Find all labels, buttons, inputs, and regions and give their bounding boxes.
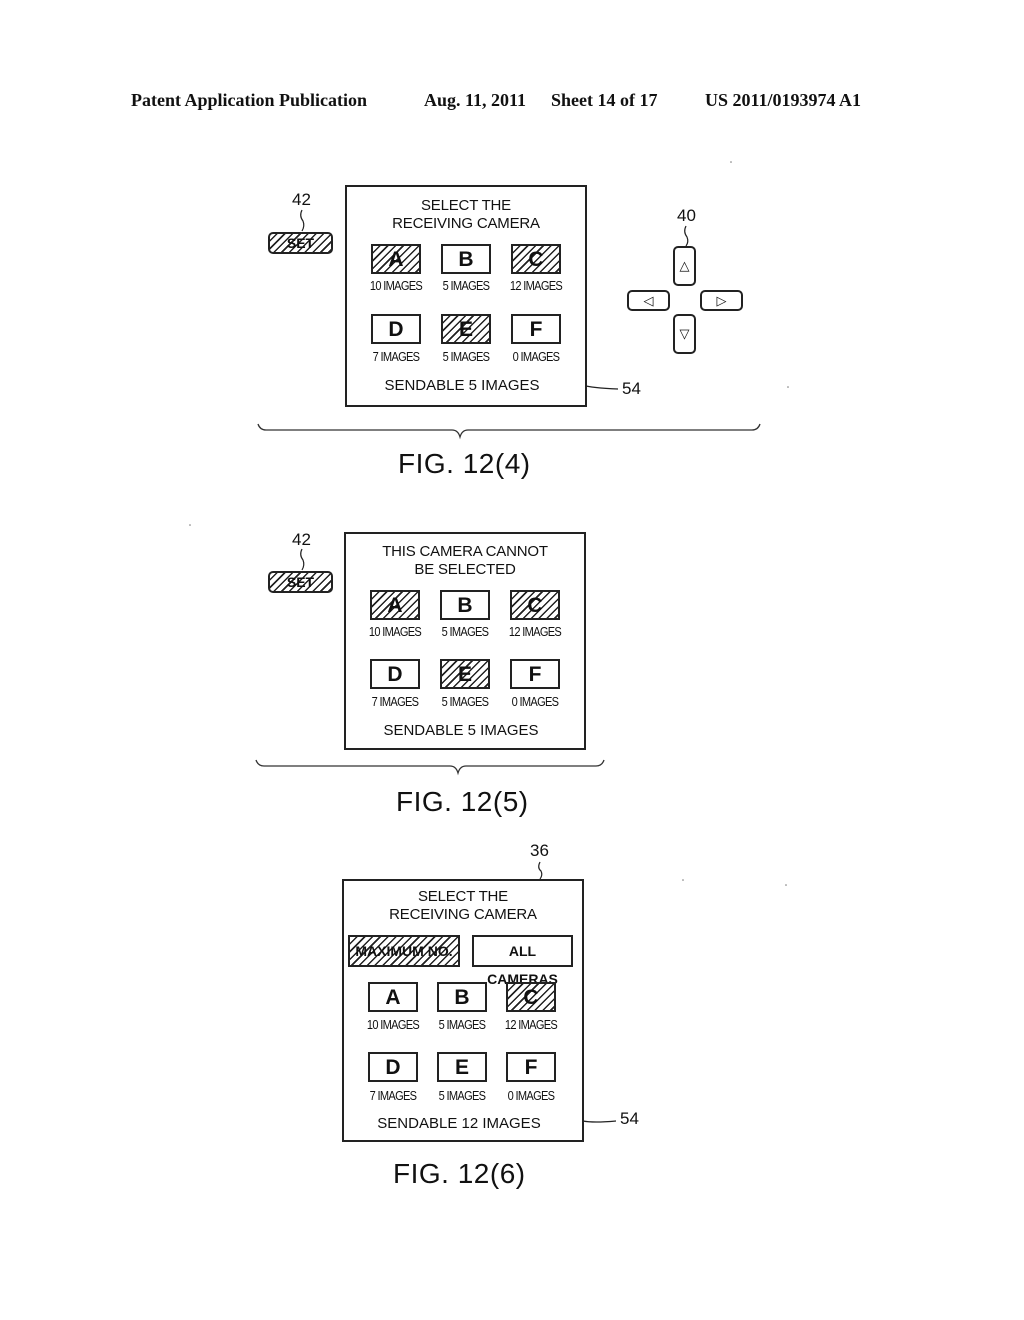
ref-54: 54 bbox=[620, 1109, 639, 1128]
screen-title-line2: RECEIVING CAMERA bbox=[389, 906, 537, 923]
camera-d-button[interactable]: D bbox=[370, 659, 420, 689]
camera-c-button[interactable]: C bbox=[506, 982, 556, 1012]
leader-42-a bbox=[300, 209, 305, 232]
camera-c-button[interactable]: C bbox=[511, 244, 561, 274]
maximum-number-button[interactable]: MAXIMUM NO. bbox=[348, 935, 460, 967]
figure-label: FIG. 12(4) bbox=[398, 448, 531, 479]
sendable-count: SENDABLE 12 IMAGES bbox=[377, 1115, 541, 1132]
camera-a-count: 10 IMAGES bbox=[368, 624, 422, 639]
camera-e-button[interactable]: E bbox=[437, 1052, 487, 1082]
dpad-down-button[interactable]: ▽ bbox=[673, 314, 696, 354]
screen-title-line2: RECEIVING CAMERA bbox=[392, 215, 540, 232]
camera-a-button[interactable]: A bbox=[368, 982, 418, 1012]
ref-42: 42 bbox=[292, 530, 311, 549]
brace-12-4 bbox=[257, 423, 761, 440]
set-button-label: SET bbox=[286, 235, 315, 251]
set-button-label: SET bbox=[286, 574, 315, 590]
camera-d-count: 7 IMAGES bbox=[372, 349, 420, 364]
camera-a-count: 10 IMAGES bbox=[369, 278, 423, 293]
leader-42-b bbox=[300, 548, 305, 571]
camera-c-count: 12 IMAGES bbox=[504, 1017, 558, 1032]
ref-40: 40 bbox=[677, 206, 696, 225]
camera-e-count: 5 IMAGES bbox=[442, 349, 490, 364]
camera-d-button[interactable]: D bbox=[371, 314, 421, 344]
screen-title-line1: SELECT THE bbox=[418, 888, 508, 905]
dpad-up-button[interactable]: △ bbox=[673, 246, 696, 286]
sendable-count: SENDABLE 5 IMAGES bbox=[383, 722, 539, 739]
leader-36 bbox=[538, 861, 543, 880]
down-arrow-icon: ▽ bbox=[679, 326, 690, 341]
camera-b-count: 5 IMAGES bbox=[441, 624, 489, 639]
ref-42: 42 bbox=[292, 190, 311, 209]
camera-b-count: 5 IMAGES bbox=[438, 1017, 486, 1032]
ref-54: 54 bbox=[622, 379, 641, 398]
screen-title-line1: THIS CAMERA CANNOT bbox=[382, 543, 548, 560]
camera-f-count: 0 IMAGES bbox=[512, 349, 560, 364]
camera-f-button[interactable]: F bbox=[506, 1052, 556, 1082]
camera-a-button[interactable]: A bbox=[370, 590, 420, 620]
leader-40 bbox=[684, 225, 689, 247]
camera-f-count: 0 IMAGES bbox=[511, 694, 559, 709]
right-arrow-icon: ▷ bbox=[716, 292, 727, 308]
camera-b-button[interactable]: B bbox=[437, 982, 487, 1012]
camera-f-button[interactable]: F bbox=[510, 659, 560, 689]
set-button[interactable]: SET bbox=[268, 571, 333, 593]
camera-e-button[interactable]: E bbox=[440, 659, 490, 689]
figure-label: FIG. 12(5) bbox=[396, 786, 529, 817]
camera-b-button[interactable]: B bbox=[441, 244, 491, 274]
dpad-left-button[interactable]: ◁ bbox=[627, 290, 670, 311]
camera-c-count: 12 IMAGES bbox=[508, 624, 562, 639]
camera-d-count: 7 IMAGES bbox=[369, 1088, 417, 1103]
camera-select-screen: SELECT THE RECEIVING CAMERA A 10 IMAGES … bbox=[345, 185, 587, 407]
camera-e-count: 5 IMAGES bbox=[438, 1088, 486, 1103]
publication-label: Patent Application Publication bbox=[131, 90, 368, 110]
camera-a-button[interactable]: A bbox=[371, 244, 421, 274]
left-arrow-icon: ◁ bbox=[643, 292, 654, 308]
camera-b-button[interactable]: B bbox=[440, 590, 490, 620]
all-cameras-button[interactable]: ALL CAMERAS bbox=[472, 935, 573, 987]
camera-e-button[interactable]: E bbox=[441, 314, 491, 344]
dpad-right-button[interactable]: ▷ bbox=[700, 290, 743, 311]
camera-f-count: 0 IMAGES bbox=[507, 1088, 555, 1103]
camera-d-count: 7 IMAGES bbox=[371, 694, 419, 709]
sheet-number: Sheet 14 of 17 bbox=[551, 90, 658, 110]
camera-c-count: 12 IMAGES bbox=[509, 278, 563, 293]
camera-d-button[interactable]: D bbox=[368, 1052, 418, 1082]
ref-36: 36 bbox=[530, 841, 549, 860]
camera-select-screen: THIS CAMERA CANNOT BE SELECTED A 10 IMAG… bbox=[344, 532, 586, 750]
camera-f-button[interactable]: F bbox=[511, 314, 561, 344]
patent-number: US 2011/0193974 A1 bbox=[705, 90, 862, 110]
screen-title-line2: BE SELECTED bbox=[414, 561, 516, 578]
camera-e-count: 5 IMAGES bbox=[441, 694, 489, 709]
up-arrow-icon: △ bbox=[679, 258, 690, 273]
screen-title-line1: SELECT THE bbox=[421, 197, 511, 214]
figure-label: FIG. 12(6) bbox=[393, 1158, 526, 1189]
publication-date: Aug. 11, 2011 bbox=[424, 90, 527, 110]
set-button[interactable]: SET bbox=[268, 232, 333, 254]
sendable-count: SENDABLE 5 IMAGES bbox=[384, 377, 540, 394]
brace-12-5 bbox=[255, 759, 605, 776]
camera-b-count: 5 IMAGES bbox=[442, 278, 490, 293]
camera-select-screen: SELECT THE RECEIVING CAMERA MAXIMUM NO. … bbox=[342, 879, 584, 1142]
camera-c-button[interactable]: C bbox=[510, 590, 560, 620]
camera-a-count: 10 IMAGES bbox=[366, 1017, 420, 1032]
